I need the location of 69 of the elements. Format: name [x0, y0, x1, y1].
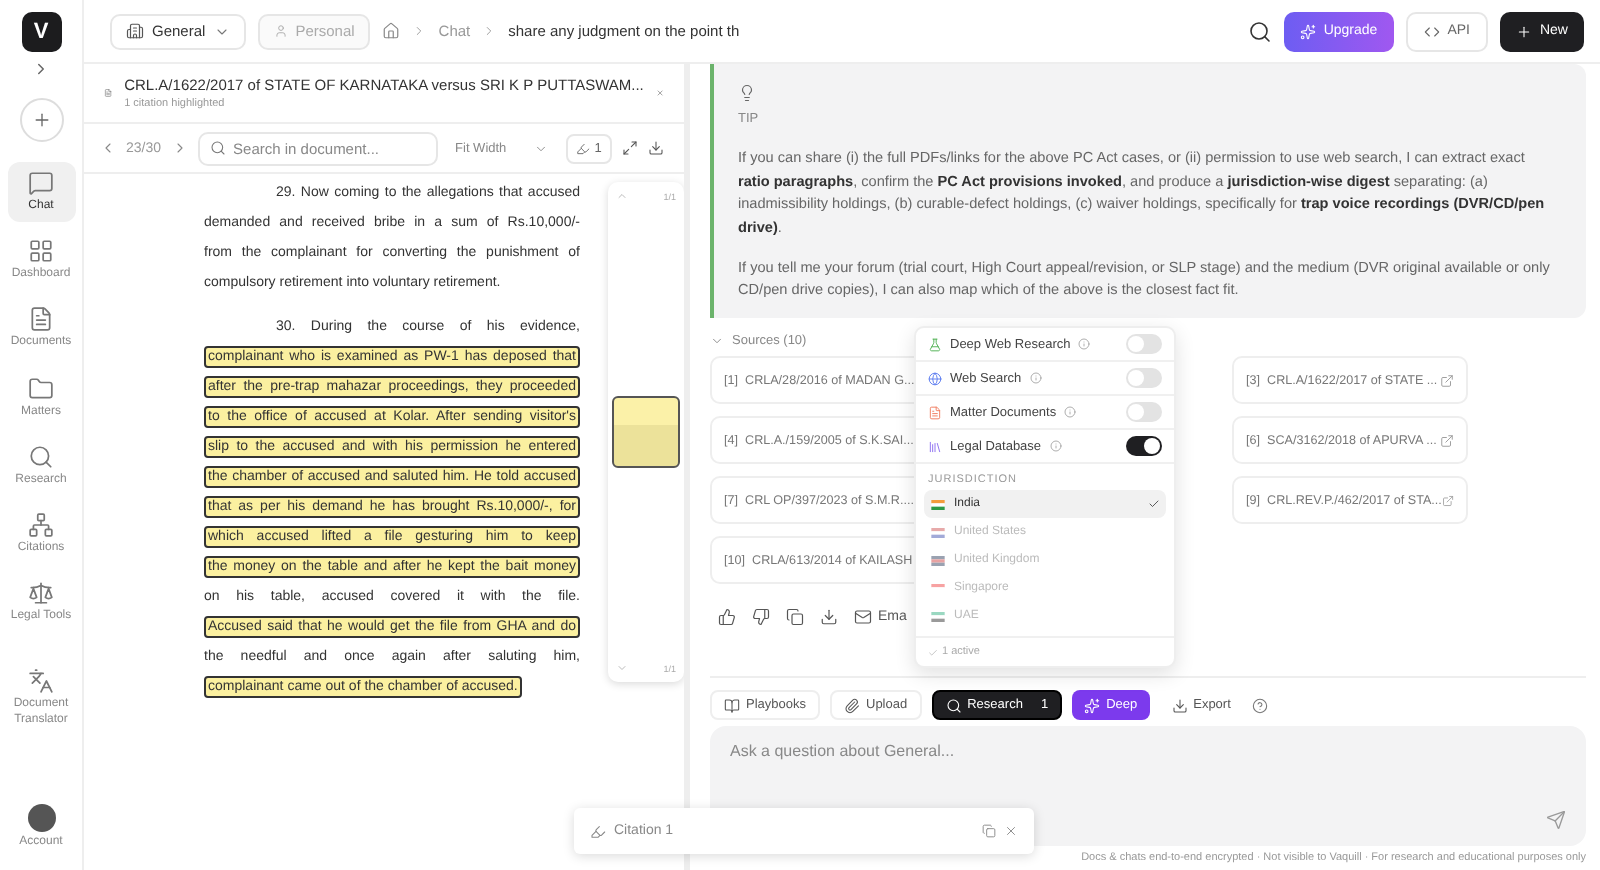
- search-icon: [1247, 19, 1272, 43]
- translate-icon: [28, 668, 54, 695]
- close-icon: [1004, 824, 1018, 838]
- download-icon: [1171, 697, 1188, 713]
- send-icon: [1546, 810, 1566, 830]
- chevron-right-icon: [412, 24, 427, 38]
- flag-icon: [930, 499, 946, 509]
- external-link-icon: [1440, 433, 1454, 448]
- external-link-icon: [1441, 493, 1454, 508]
- avatar-circle: [27, 803, 55, 832]
- thumbs-up-icon: [718, 608, 736, 627]
- info-icon: [1064, 406, 1077, 418]
- toggle-switch[interactable]: [1126, 368, 1162, 388]
- download-icon: [647, 140, 664, 156]
- check-icon: [1148, 498, 1160, 510]
- mail-icon: [854, 608, 872, 627]
- new-chat-button[interactable]: [19, 98, 63, 142]
- info-icon: [1078, 338, 1091, 350]
- search-icon: [28, 443, 54, 470]
- user-icon: [273, 24, 288, 38]
- plus-icon: [31, 110, 51, 130]
- paperclip-icon: [844, 697, 860, 713]
- search-icon: [945, 697, 962, 713]
- network-icon: [28, 511, 54, 538]
- document-icon: [28, 306, 54, 333]
- highlighter-icon: [576, 141, 591, 155]
- thumbs-down-icon: [752, 608, 770, 627]
- grid-icon: [28, 238, 54, 265]
- home-icon: [382, 22, 401, 40]
- toggle-switch[interactable]: [1126, 436, 1162, 456]
- chevron-down-icon: [710, 334, 724, 349]
- chevron-right-icon: [482, 24, 497, 38]
- document-icon: [104, 84, 113, 102]
- globe-icon: [928, 371, 942, 385]
- app-logo[interactable]: V: [21, 12, 61, 52]
- copy-icon: [786, 608, 804, 627]
- folder-icon: [28, 375, 54, 402]
- scales-icon: [28, 580, 54, 607]
- toggle-switch[interactable]: [1126, 334, 1162, 354]
- chat-bubble-icon: [28, 170, 54, 196]
- code-icon: [1423, 23, 1440, 39]
- help-icon: [1252, 697, 1269, 713]
- flag-icon: [930, 527, 946, 537]
- question-field[interactable]: Ask a question about General...: [730, 742, 1566, 760]
- previous-page-icon: [100, 140, 116, 156]
- highlighter-icon: [590, 823, 606, 839]
- toggle-switch[interactable]: [1126, 402, 1162, 422]
- sparkles-icon: [1084, 697, 1101, 713]
- close-icon: [655, 84, 664, 102]
- info-icon: [1049, 440, 1062, 452]
- chevron-up-icon: [616, 190, 628, 202]
- library-icon: [928, 439, 942, 453]
- flag-icon: [930, 555, 946, 565]
- sparkles-icon: [1299, 23, 1316, 39]
- download-icon: [820, 608, 838, 627]
- building-icon: [126, 22, 144, 40]
- plus-icon: [1515, 23, 1532, 39]
- info-icon: [1029, 372, 1042, 384]
- copy-icon: [982, 824, 996, 838]
- book-icon: [724, 697, 740, 713]
- check-icon: [928, 647, 938, 657]
- chevron-down-icon: [534, 141, 549, 155]
- flask-icon: [928, 337, 942, 351]
- highlight-thumbnail: [612, 396, 680, 468]
- search-icon: [209, 139, 226, 155]
- external-link-icon: [1440, 373, 1454, 388]
- document-icon: [928, 405, 942, 419]
- flag-icon: [930, 611, 946, 621]
- chevron-down-icon: [616, 662, 628, 674]
